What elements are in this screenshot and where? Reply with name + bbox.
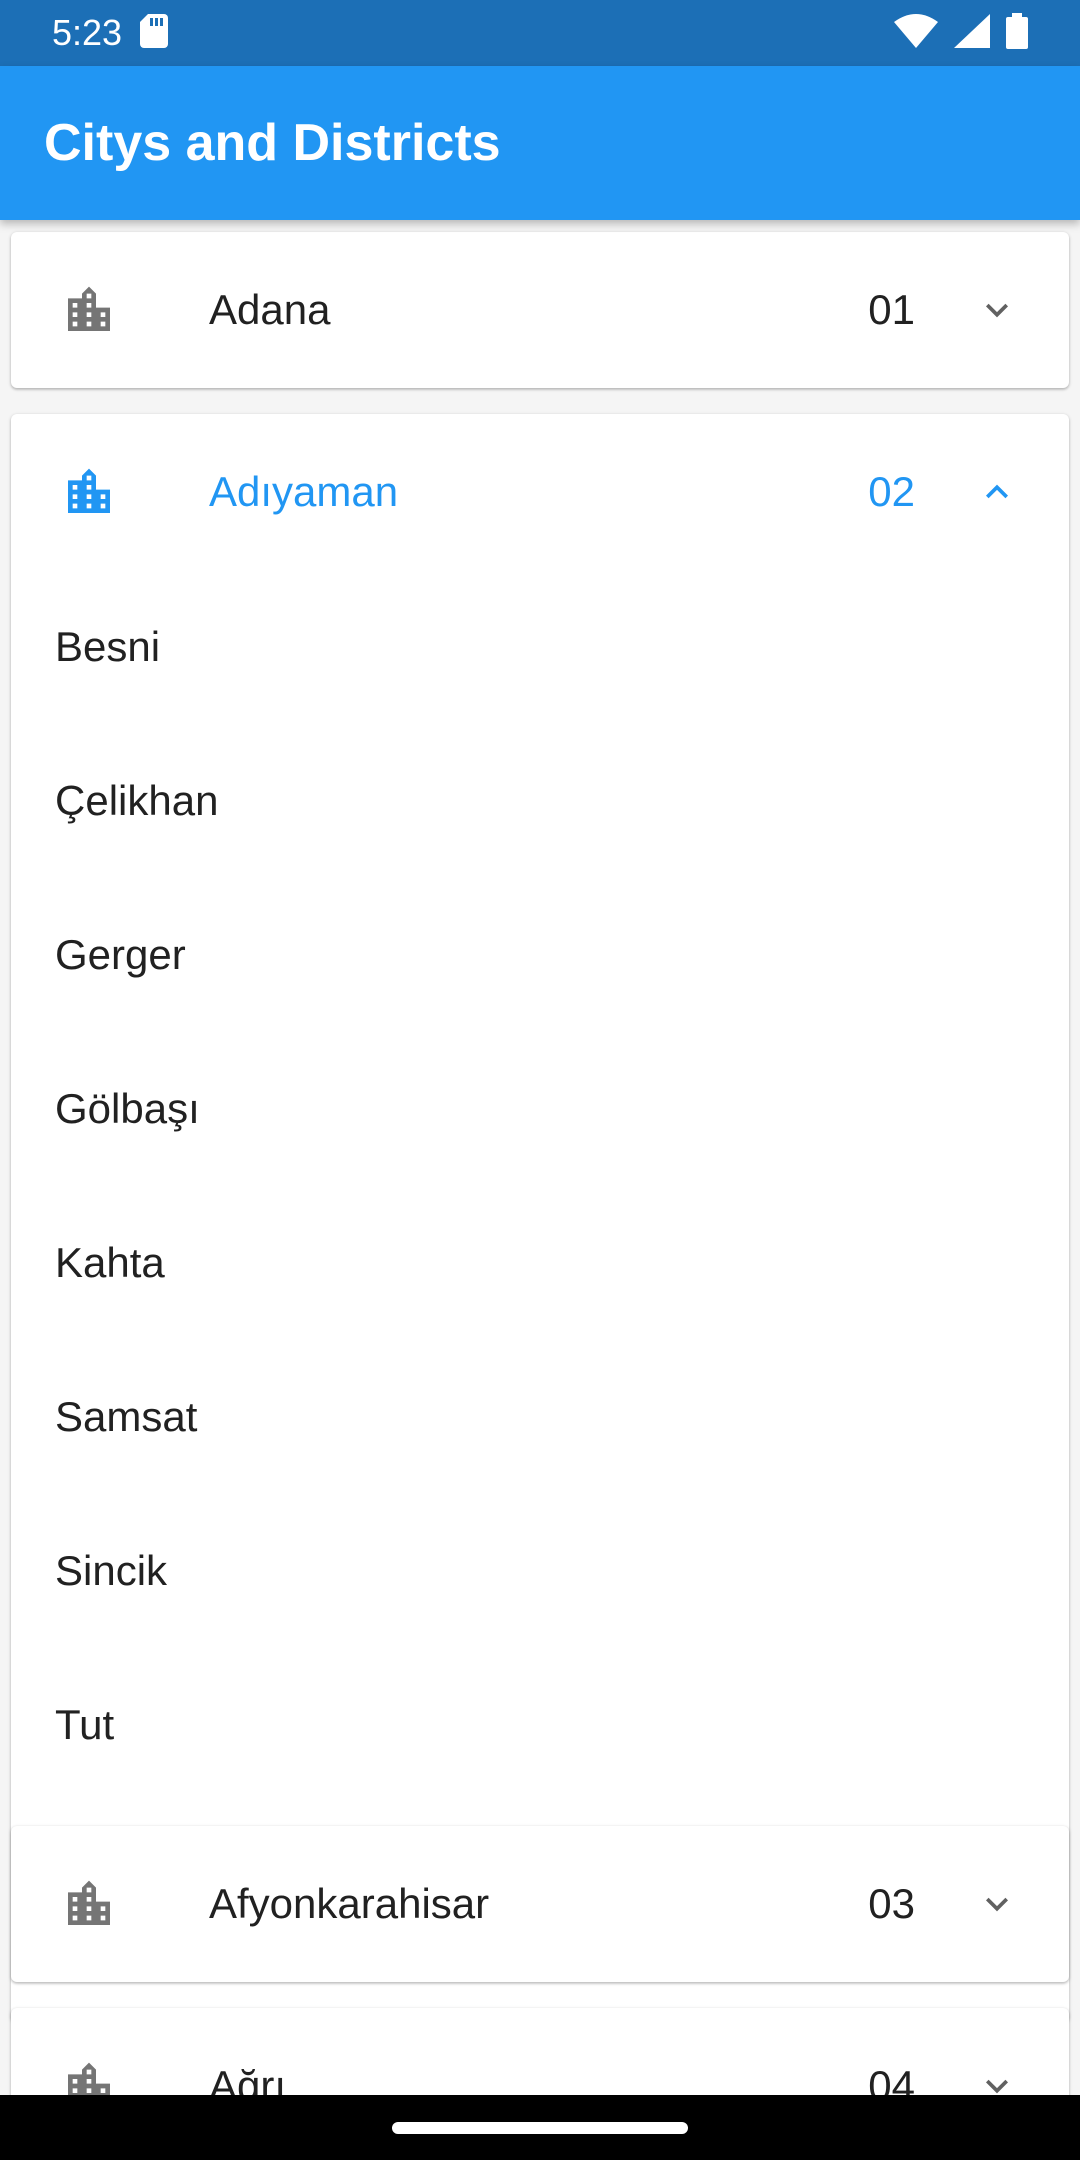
district-item[interactable]: Tut [11, 1648, 1069, 1802]
city-icon [61, 464, 117, 520]
chevron-down-icon[interactable] [975, 1882, 1019, 1926]
chevron-down-icon[interactable] [975, 288, 1019, 332]
city-card-adana: Adana 01 [11, 232, 1069, 388]
city-header[interactable]: Adana 01 [11, 232, 1069, 388]
district-list: Besni Çelikhan Gerger Gölbaşı Kahta Sams… [11, 570, 1069, 1802]
city-header[interactable]: Afyonkarahisar 03 [11, 1826, 1069, 1982]
city-name: Ağrı [209, 2062, 287, 2095]
district-item[interactable]: Kahta [11, 1186, 1069, 1340]
navigation-bar [0, 2095, 1080, 2160]
city-code: 04 [868, 2062, 915, 2095]
battery-icon [1006, 12, 1028, 54]
district-item[interactable]: Gerger [11, 878, 1069, 1032]
district-item[interactable]: Sincik [11, 1494, 1069, 1648]
app-bar: Citys and Districts [0, 66, 1080, 220]
city-card-adiyaman: Adıyaman 02 Besni Çelikhan Gerger Gölbaş… [11, 414, 1069, 2022]
wifi-icon [894, 13, 938, 53]
city-card-agri: Ağrı 04 [11, 2008, 1069, 2095]
status-time: 5:23 [52, 12, 123, 53]
signal-icon [954, 13, 990, 53]
city-icon [61, 2058, 117, 2095]
district-item[interactable]: Besni [11, 570, 1069, 724]
city-name: Afyonkarahisar [209, 1880, 490, 1927]
home-gesture-handle[interactable] [392, 2122, 688, 2134]
status-left: 5:23 [52, 12, 169, 54]
chevron-down-icon[interactable] [975, 2064, 1019, 2095]
city-name: Adıyaman [209, 468, 399, 515]
district-item[interactable]: Samsat [11, 1340, 1069, 1494]
district-item[interactable]: Çelikhan [11, 724, 1069, 878]
status-bar: 5:23 [0, 0, 1080, 66]
app-title: Citys and Districts [44, 114, 501, 172]
city-name: Adana [209, 286, 331, 333]
city-icon [61, 1876, 117, 1932]
city-icon [61, 282, 117, 338]
city-list[interactable]: Adana 01 Adıyaman 02 Besni Çelikhan Gerg… [0, 220, 1080, 2095]
status-right [894, 12, 1028, 54]
city-card-afyonkarahisar: Afyonkarahisar 03 [11, 1826, 1069, 1982]
city-code: 02 [868, 468, 915, 515]
city-header[interactable]: Adıyaman 02 [11, 414, 1069, 570]
chevron-up-icon[interactable] [975, 470, 1019, 514]
city-code: 01 [868, 286, 915, 333]
city-header[interactable]: Ağrı 04 [11, 2008, 1069, 2095]
district-item[interactable]: Gölbaşı [11, 1032, 1069, 1186]
sd-card-icon [140, 13, 169, 53]
city-code: 03 [868, 1880, 915, 1927]
